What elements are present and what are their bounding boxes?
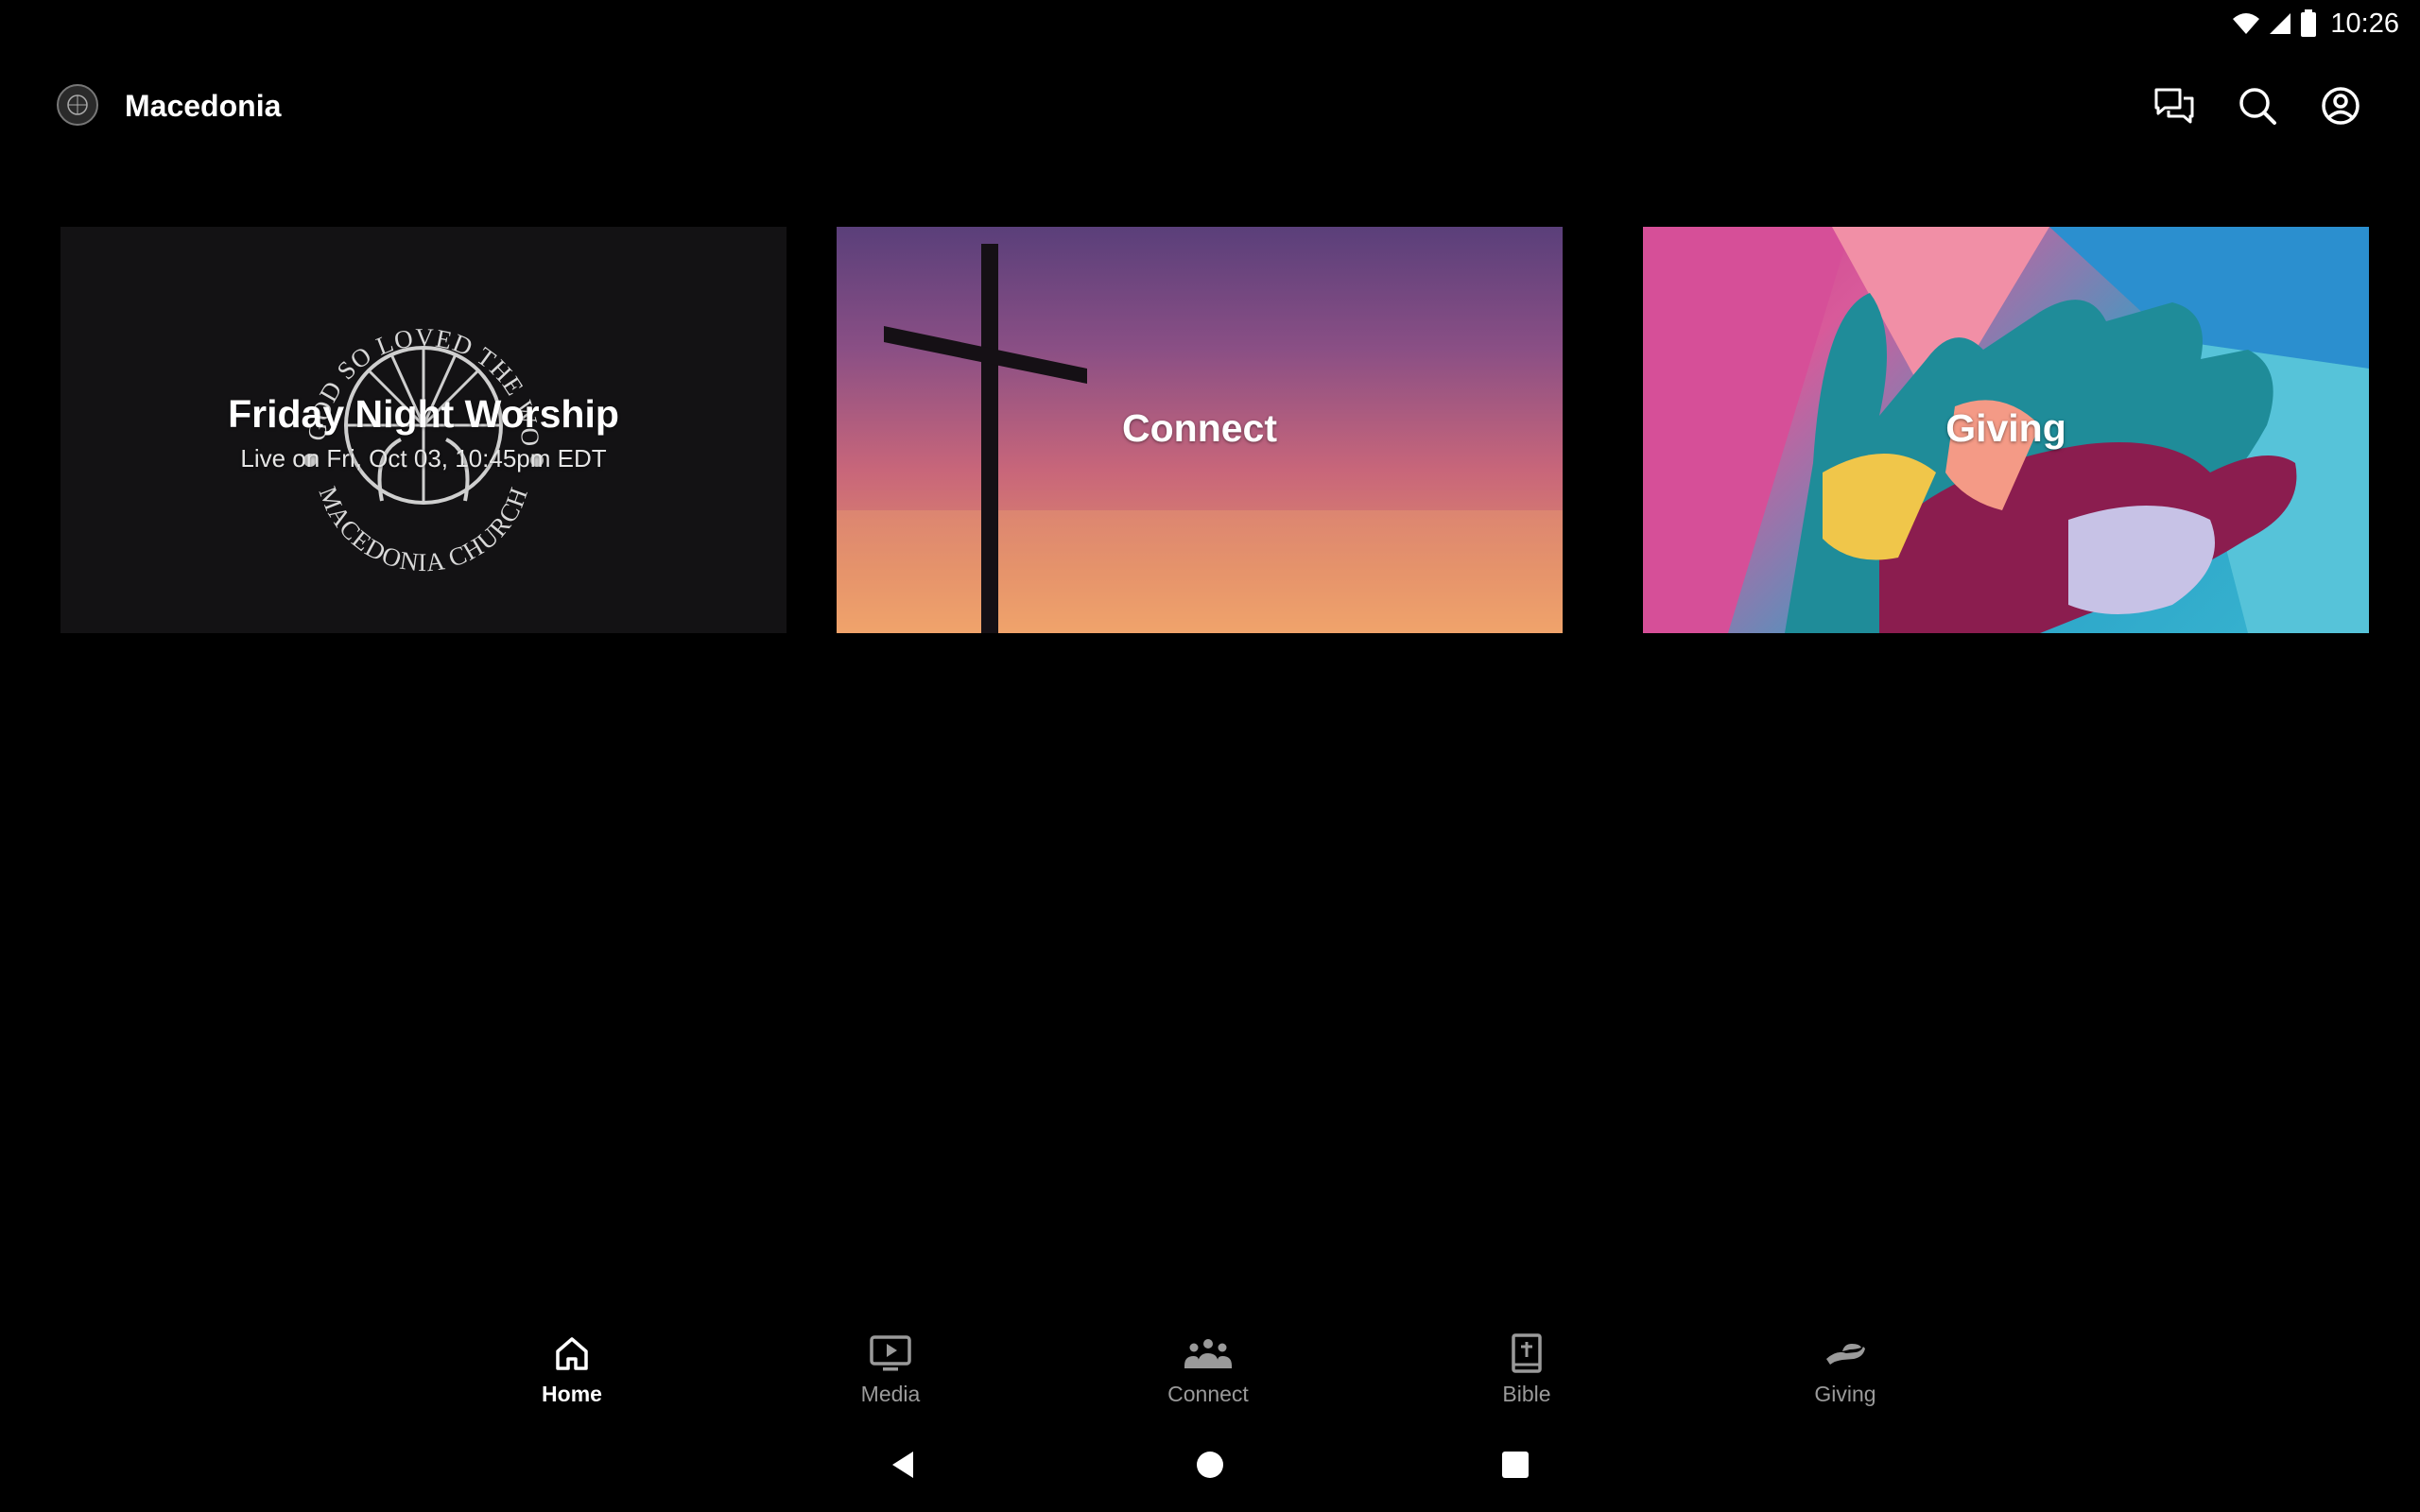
- status-icons: 10:26: [2232, 8, 2399, 40]
- status-time: 10:26: [2330, 8, 2399, 39]
- nav-item-bible[interactable]: Bible: [1432, 1331, 1621, 1407]
- church-logo[interactable]: [57, 84, 98, 126]
- nav-item-media[interactable]: Media: [796, 1331, 985, 1407]
- wifi-icon: [2233, 13, 2260, 34]
- recents-button[interactable]: [1496, 1446, 1534, 1484]
- nav-label: Connect: [1167, 1382, 1249, 1406]
- home-icon: [556, 1337, 588, 1370]
- system-navigation: [0, 1436, 2420, 1493]
- bible-icon: [1512, 1333, 1542, 1373]
- square-recents-icon: [1502, 1452, 1529, 1478]
- account-button[interactable]: [2318, 83, 2363, 129]
- circle-home-icon: [1197, 1452, 1223, 1478]
- home-system-button[interactable]: [1191, 1446, 1229, 1484]
- card-subtitle: Live on Fri, Oct 03, 10:45pm EDT: [240, 444, 607, 472]
- appbar-actions: [2152, 83, 2363, 129]
- search-icon: [2239, 88, 2276, 125]
- card-friday-night-worship[interactable]: FOR GOD SO LOVED THE WORLD MACEDONIA CHU…: [60, 227, 786, 633]
- bottom-navigation: Home Media Connect Bible Giving: [0, 1323, 2420, 1418]
- nav-item-connect[interactable]: Connect: [1114, 1331, 1303, 1407]
- search-button[interactable]: [2235, 83, 2280, 129]
- people-icon: [1184, 1339, 1232, 1368]
- card-title: Friday Night Worship: [228, 392, 619, 436]
- card-giving[interactable]: Giving: [1643, 227, 2369, 633]
- giving-icon: [1826, 1344, 1865, 1365]
- back-button[interactable]: [885, 1446, 923, 1484]
- app-bar: Macedonia: [0, 74, 2420, 140]
- nav-item-giving[interactable]: Giving: [1751, 1331, 1940, 1407]
- battery-icon: [2301, 9, 2317, 37]
- back-icon: [892, 1452, 913, 1478]
- card-connect[interactable]: Connect: [837, 227, 1563, 633]
- app-title: Macedonia: [125, 89, 282, 123]
- card-title: Giving: [1945, 406, 2066, 450]
- nav-label: Home: [542, 1382, 602, 1406]
- card-title: Connect: [1122, 406, 1277, 450]
- account-icon: [2322, 87, 2360, 125]
- status-bar: 10:26: [0, 0, 2420, 47]
- nav-label: Media: [860, 1382, 921, 1406]
- nav-label: Bible: [1502, 1382, 1551, 1406]
- chat-icon: [2154, 88, 2194, 124]
- nav-item-home[interactable]: Home: [477, 1331, 666, 1407]
- signal-icon: [2270, 13, 2291, 34]
- nav-label: Giving: [1814, 1382, 1876, 1406]
- media-icon: [870, 1335, 911, 1371]
- chat-button[interactable]: [2152, 83, 2197, 129]
- content-cards: FOR GOD SO LOVED THE WORLD MACEDONIA CHU…: [60, 227, 2369, 633]
